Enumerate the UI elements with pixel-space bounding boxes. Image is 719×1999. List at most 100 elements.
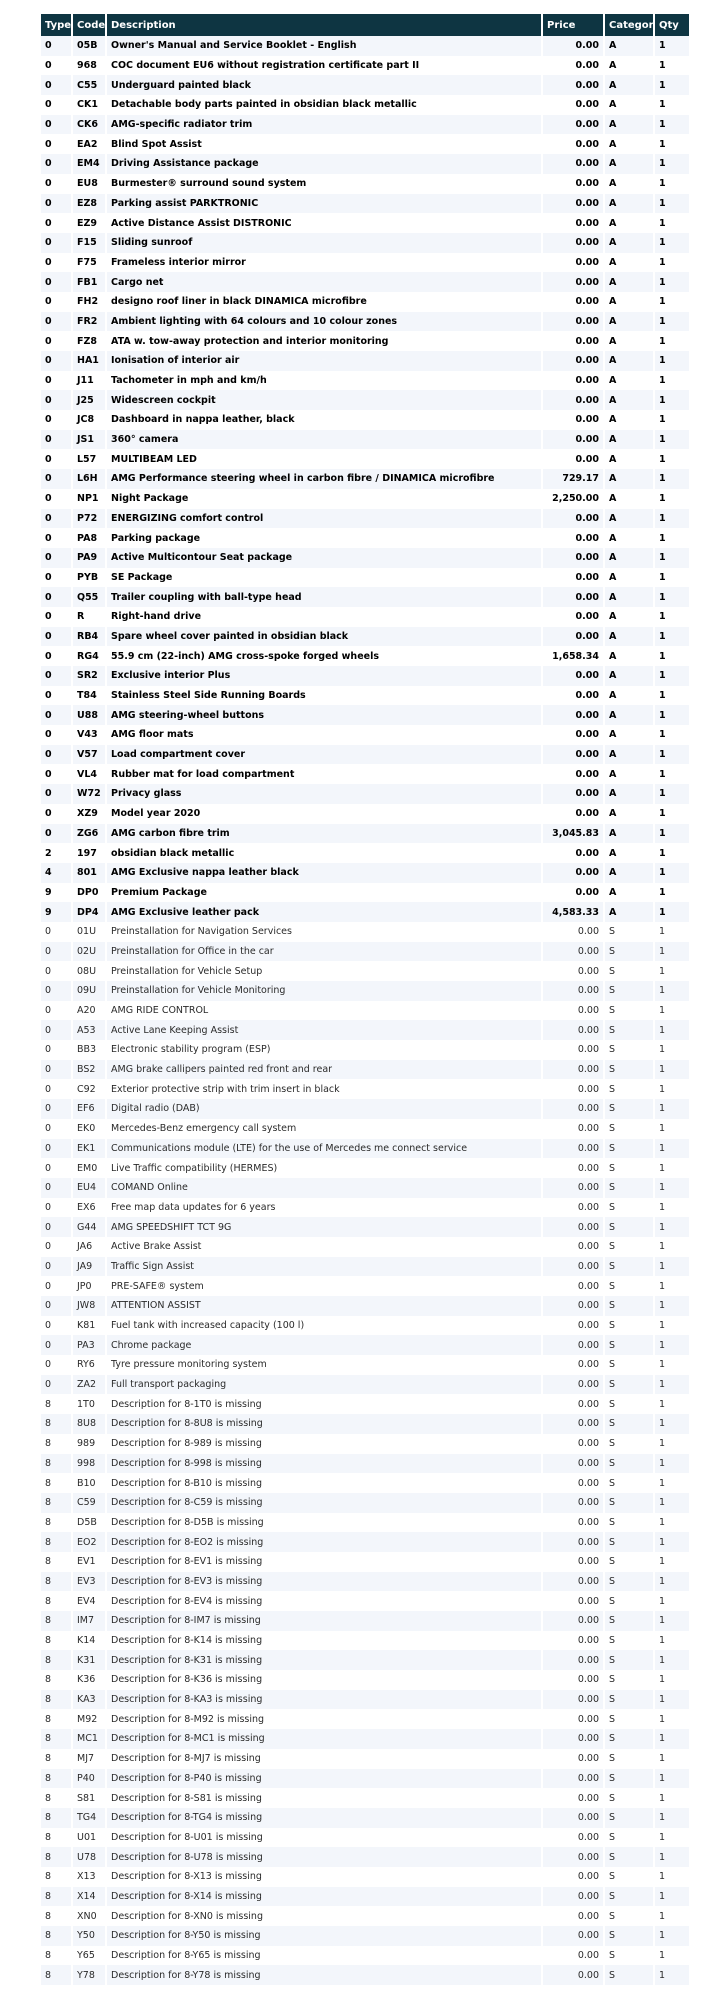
cell-qty: 1	[655, 764, 689, 785]
cell-qty: 1	[655, 193, 689, 214]
table-row: 0 J25 Widescreen cockpit 0.00 A 1	[41, 390, 689, 411]
cell-type: 0	[41, 646, 73, 666]
cell-code: A20	[73, 1000, 107, 1021]
cell-type: 8	[41, 1906, 73, 1926]
cell-description: AMG carbon fibre trim	[107, 823, 543, 844]
cell-qty: 1	[655, 1374, 689, 1395]
cell-code: K14	[73, 1630, 107, 1651]
cell-qty: 1	[655, 1729, 689, 1749]
cell-category: S	[605, 1040, 655, 1060]
cell-price: 0.00	[543, 331, 605, 351]
cell-type: 0	[41, 508, 73, 529]
cell-description: Full transport packaging	[107, 1374, 543, 1395]
cell-price: 0.00	[543, 921, 605, 942]
cell-price: 0.00	[543, 1236, 605, 1257]
cell-price: 0.00	[543, 213, 605, 233]
cell-code: EV4	[73, 1591, 107, 1611]
cell-type: 0	[41, 193, 73, 214]
cell-description: Description for 8-MJ7 is missing	[107, 1748, 543, 1769]
cell-description: Premium Package	[107, 882, 543, 903]
cell-category: A	[605, 193, 655, 214]
cell-qty: 1	[655, 744, 689, 765]
cell-qty: 1	[655, 862, 689, 883]
table-row: 8 EV1 Description for 8-EV1 is missing 0.00…	[41, 1551, 689, 1572]
cell-type: 0	[41, 626, 73, 647]
table-row: 8 1T0 Description for 8-1T0 is missing 0.00…	[41, 1394, 689, 1415]
cell-category: A	[605, 370, 655, 391]
cell-category: S	[605, 1788, 655, 1808]
cell-description: AMG SPEEDSHIFT TCT 9G	[107, 1217, 543, 1237]
cell-price: 0.00	[543, 1768, 605, 1789]
cell-code: L57	[73, 449, 107, 470]
cell-qty: 1	[655, 311, 689, 332]
table-row: 8 K36 Description for 8-K36 is missing 0.00…	[41, 1670, 689, 1690]
table-row: 0 EF6 Digital radio (DAB) 0.00 S 1	[41, 1099, 689, 1119]
cell-code: K81	[73, 1315, 107, 1336]
header-qty[interactable]: Qty	[655, 14, 689, 36]
cell-type: 0	[41, 1256, 73, 1277]
cell-type: 9	[41, 902, 73, 922]
cell-description: Description for 8-K31 is missing	[107, 1650, 543, 1671]
cell-category: S	[605, 1689, 655, 1710]
cell-category: A	[605, 469, 655, 489]
cell-type: 0	[41, 173, 73, 194]
table-row: 0 EM0 Live Traffic compatibility (HERMES) 0…	[41, 1158, 689, 1178]
header-code[interactable]: Code	[73, 14, 107, 36]
cell-description: Description for 8-X14 is missing	[107, 1886, 543, 1907]
table-row: 0 A53 Active Lane Keeping Assist 0.00 S 1	[41, 1020, 689, 1041]
cell-qty: 1	[655, 1866, 689, 1887]
cell-code: DP4	[73, 902, 107, 922]
cell-type: 0	[41, 1197, 73, 1218]
table-row: 0 EX6 Free map data updates for 6 years 0.0…	[41, 1197, 689, 1218]
cell-code: 801	[73, 862, 107, 883]
cell-type: 0	[41, 921, 73, 942]
table-row: 8 X13 Description for 8-X13 is missing 0.00…	[41, 1866, 689, 1887]
table-row: 0 HA1 Ionisation of interior air 0.00 A 1	[41, 351, 689, 371]
cell-type: 4	[41, 862, 73, 883]
cell-type: 0	[41, 154, 73, 174]
cell-qty: 1	[655, 1394, 689, 1415]
cell-price: 0.00	[543, 134, 605, 155]
header-category[interactable]: Category	[605, 14, 655, 36]
cell-code: L6H	[73, 469, 107, 489]
cell-code: DP0	[73, 882, 107, 903]
cell-code: EM4	[73, 154, 107, 174]
cell-qty: 1	[655, 488, 689, 509]
cell-type: 0	[41, 1355, 73, 1375]
cell-description: Burmester® surround sound system	[107, 173, 543, 194]
table-row: 0 Q55 Trailer coupling with ball-type head…	[41, 587, 689, 607]
cell-qty: 1	[655, 1177, 689, 1198]
cell-qty: 1	[655, 95, 689, 115]
header-price[interactable]: Price	[543, 14, 605, 36]
cell-qty: 1	[655, 114, 689, 135]
cell-type: 0	[41, 1118, 73, 1139]
cell-description: Description for 8-K36 is missing	[107, 1670, 543, 1690]
cell-qty: 1	[655, 961, 689, 981]
cell-category: A	[605, 252, 655, 273]
cell-price: 0.00	[543, 410, 605, 430]
cell-category: S	[605, 1079, 655, 1100]
cell-price: 0.00	[543, 1512, 605, 1533]
cell-category: A	[605, 449, 655, 470]
cell-code: F15	[73, 232, 107, 253]
cell-code: A53	[73, 1020, 107, 1041]
cell-code: EF6	[73, 1099, 107, 1119]
cell-category: S	[605, 981, 655, 1001]
cell-price: 0.00	[543, 1158, 605, 1178]
cell-qty: 1	[655, 1040, 689, 1060]
cell-description: Free map data updates for 6 years	[107, 1197, 543, 1218]
cell-price: 0.00	[543, 193, 605, 214]
cell-type: 8	[41, 1689, 73, 1710]
header-description[interactable]: Description	[107, 14, 543, 36]
header-type[interactable]: Type	[41, 14, 73, 36]
cell-price: 0.00	[543, 1138, 605, 1159]
cell-code: EO2	[73, 1532, 107, 1552]
cell-category: A	[605, 154, 655, 174]
cell-type: 8	[41, 1394, 73, 1415]
cell-description: Chrome package	[107, 1335, 543, 1356]
cell-category: S	[605, 1827, 655, 1848]
cell-price: 0.00	[543, 1000, 605, 1021]
cell-description: obsidian black metallic	[107, 843, 543, 863]
cell-type: 0	[41, 36, 73, 56]
cell-code: U78	[73, 1847, 107, 1867]
